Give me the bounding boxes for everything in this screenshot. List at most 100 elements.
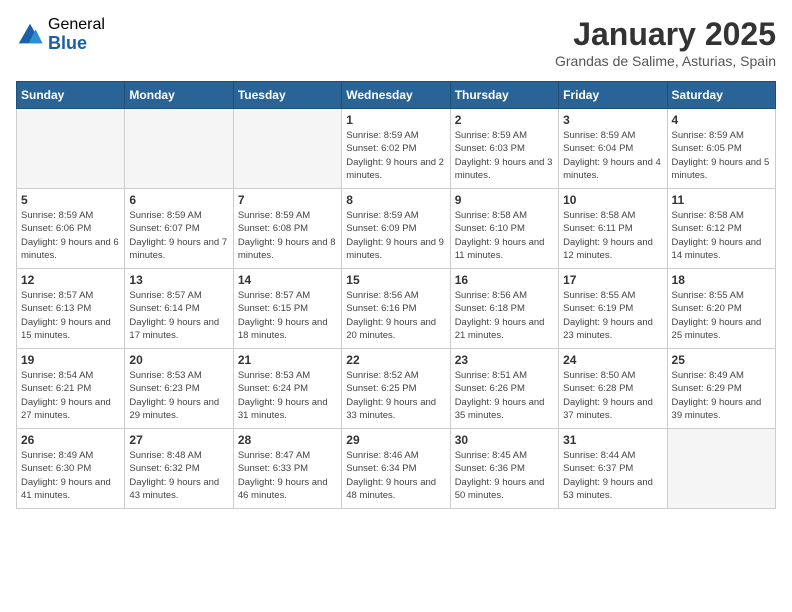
calendar-cell: 9 Sunrise: 8:58 AMSunset: 6:10 PMDayligh… [450,189,558,269]
calendar-table: SundayMondayTuesdayWednesdayThursdayFrid… [16,81,776,509]
day-info: Sunrise: 8:59 AMSunset: 6:06 PMDaylight:… [21,209,120,262]
day-number: 10 [563,193,662,207]
calendar-cell: 14 Sunrise: 8:57 AMSunset: 6:15 PMDaylig… [233,269,341,349]
logo-icon [16,21,44,49]
calendar-cell: 20 Sunrise: 8:53 AMSunset: 6:23 PMDaylig… [125,349,233,429]
day-number: 27 [129,433,228,447]
day-number: 18 [672,273,771,287]
day-number: 31 [563,433,662,447]
day-info: Sunrise: 8:59 AMSunset: 6:04 PMDaylight:… [563,129,662,182]
day-number: 23 [455,353,554,367]
day-info: Sunrise: 8:59 AMSunset: 6:05 PMDaylight:… [672,129,771,182]
day-number: 22 [346,353,445,367]
calendar-header-row: SundayMondayTuesdayWednesdayThursdayFrid… [17,82,776,109]
day-number: 26 [21,433,120,447]
day-number: 15 [346,273,445,287]
logo: General Blue [16,16,105,53]
calendar-week-row: 26 Sunrise: 8:49 AMSunset: 6:30 PMDaylig… [17,429,776,509]
day-info: Sunrise: 8:58 AMSunset: 6:12 PMDaylight:… [672,209,771,262]
day-number: 1 [346,113,445,127]
column-header-sunday: Sunday [17,82,125,109]
calendar-cell [125,109,233,189]
column-header-saturday: Saturday [667,82,775,109]
day-info: Sunrise: 8:58 AMSunset: 6:10 PMDaylight:… [455,209,554,262]
calendar-cell: 18 Sunrise: 8:55 AMSunset: 6:20 PMDaylig… [667,269,775,349]
day-info: Sunrise: 8:52 AMSunset: 6:25 PMDaylight:… [346,369,445,422]
day-info: Sunrise: 8:59 AMSunset: 6:08 PMDaylight:… [238,209,337,262]
location: Grandas de Salime, Asturias, Spain [555,53,776,69]
calendar-cell [17,109,125,189]
column-header-monday: Monday [125,82,233,109]
day-info: Sunrise: 8:57 AMSunset: 6:15 PMDaylight:… [238,289,337,342]
day-info: Sunrise: 8:57 AMSunset: 6:13 PMDaylight:… [21,289,120,342]
day-info: Sunrise: 8:53 AMSunset: 6:24 PMDaylight:… [238,369,337,422]
day-number: 29 [346,433,445,447]
day-info: Sunrise: 8:48 AMSunset: 6:32 PMDaylight:… [129,449,228,502]
calendar-cell: 12 Sunrise: 8:57 AMSunset: 6:13 PMDaylig… [17,269,125,349]
title-block: January 2025 Grandas de Salime, Asturias… [555,16,776,69]
day-info: Sunrise: 8:54 AMSunset: 6:21 PMDaylight:… [21,369,120,422]
day-info: Sunrise: 8:44 AMSunset: 6:37 PMDaylight:… [563,449,662,502]
calendar-cell: 2 Sunrise: 8:59 AMSunset: 6:03 PMDayligh… [450,109,558,189]
calendar-cell: 31 Sunrise: 8:44 AMSunset: 6:37 PMDaylig… [559,429,667,509]
day-number: 20 [129,353,228,367]
calendar-cell: 16 Sunrise: 8:56 AMSunset: 6:18 PMDaylig… [450,269,558,349]
day-info: Sunrise: 8:55 AMSunset: 6:20 PMDaylight:… [672,289,771,342]
day-number: 17 [563,273,662,287]
day-number: 2 [455,113,554,127]
day-info: Sunrise: 8:47 AMSunset: 6:33 PMDaylight:… [238,449,337,502]
calendar-cell: 5 Sunrise: 8:59 AMSunset: 6:06 PMDayligh… [17,189,125,269]
day-number: 11 [672,193,771,207]
logo-blue: Blue [48,34,105,54]
calendar-cell: 19 Sunrise: 8:54 AMSunset: 6:21 PMDaylig… [17,349,125,429]
calendar-week-row: 12 Sunrise: 8:57 AMSunset: 6:13 PMDaylig… [17,269,776,349]
day-info: Sunrise: 8:55 AMSunset: 6:19 PMDaylight:… [563,289,662,342]
calendar-cell: 8 Sunrise: 8:59 AMSunset: 6:09 PMDayligh… [342,189,450,269]
day-number: 14 [238,273,337,287]
day-info: Sunrise: 8:59 AMSunset: 6:07 PMDaylight:… [129,209,228,262]
day-info: Sunrise: 8:53 AMSunset: 6:23 PMDaylight:… [129,369,228,422]
day-number: 6 [129,193,228,207]
calendar-cell: 26 Sunrise: 8:49 AMSunset: 6:30 PMDaylig… [17,429,125,509]
day-number: 13 [129,273,228,287]
calendar-cell: 13 Sunrise: 8:57 AMSunset: 6:14 PMDaylig… [125,269,233,349]
calendar-cell: 22 Sunrise: 8:52 AMSunset: 6:25 PMDaylig… [342,349,450,429]
calendar-week-row: 5 Sunrise: 8:59 AMSunset: 6:06 PMDayligh… [17,189,776,269]
calendar-cell: 7 Sunrise: 8:59 AMSunset: 6:08 PMDayligh… [233,189,341,269]
calendar-cell: 3 Sunrise: 8:59 AMSunset: 6:04 PMDayligh… [559,109,667,189]
column-header-friday: Friday [559,82,667,109]
day-number: 8 [346,193,445,207]
day-info: Sunrise: 8:50 AMSunset: 6:28 PMDaylight:… [563,369,662,422]
calendar-cell: 15 Sunrise: 8:56 AMSunset: 6:16 PMDaylig… [342,269,450,349]
day-info: Sunrise: 8:59 AMSunset: 6:03 PMDaylight:… [455,129,554,182]
column-header-tuesday: Tuesday [233,82,341,109]
calendar-cell: 21 Sunrise: 8:53 AMSunset: 6:24 PMDaylig… [233,349,341,429]
calendar-cell: 17 Sunrise: 8:55 AMSunset: 6:19 PMDaylig… [559,269,667,349]
calendar-cell: 30 Sunrise: 8:45 AMSunset: 6:36 PMDaylig… [450,429,558,509]
day-info: Sunrise: 8:49 AMSunset: 6:29 PMDaylight:… [672,369,771,422]
calendar-cell: 27 Sunrise: 8:48 AMSunset: 6:32 PMDaylig… [125,429,233,509]
logo-general: General [48,16,105,34]
day-info: Sunrise: 8:59 AMSunset: 6:09 PMDaylight:… [346,209,445,262]
day-info: Sunrise: 8:59 AMSunset: 6:02 PMDaylight:… [346,129,445,182]
calendar-cell: 24 Sunrise: 8:50 AMSunset: 6:28 PMDaylig… [559,349,667,429]
day-number: 21 [238,353,337,367]
logo-text: General Blue [48,16,105,53]
calendar-cell: 4 Sunrise: 8:59 AMSunset: 6:05 PMDayligh… [667,109,775,189]
calendar-cell: 25 Sunrise: 8:49 AMSunset: 6:29 PMDaylig… [667,349,775,429]
day-number: 16 [455,273,554,287]
day-info: Sunrise: 8:58 AMSunset: 6:11 PMDaylight:… [563,209,662,262]
day-number: 12 [21,273,120,287]
day-number: 4 [672,113,771,127]
calendar-cell: 11 Sunrise: 8:58 AMSunset: 6:12 PMDaylig… [667,189,775,269]
month-title: January 2025 [555,16,776,53]
calendar-cell: 28 Sunrise: 8:47 AMSunset: 6:33 PMDaylig… [233,429,341,509]
day-info: Sunrise: 8:57 AMSunset: 6:14 PMDaylight:… [129,289,228,342]
calendar-week-row: 1 Sunrise: 8:59 AMSunset: 6:02 PMDayligh… [17,109,776,189]
day-number: 5 [21,193,120,207]
column-header-wednesday: Wednesday [342,82,450,109]
day-info: Sunrise: 8:45 AMSunset: 6:36 PMDaylight:… [455,449,554,502]
day-number: 3 [563,113,662,127]
calendar-cell: 6 Sunrise: 8:59 AMSunset: 6:07 PMDayligh… [125,189,233,269]
day-number: 25 [672,353,771,367]
